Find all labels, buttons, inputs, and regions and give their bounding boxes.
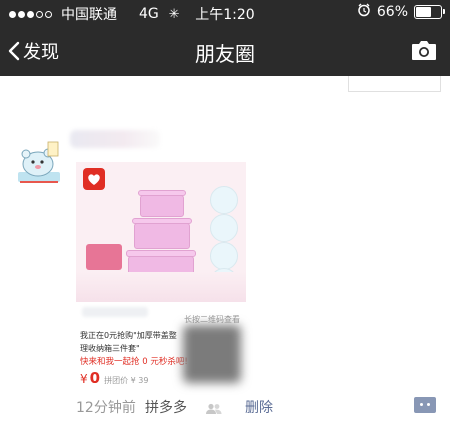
navigation-bar: 发现 朋友圈 bbox=[0, 26, 450, 76]
avatar[interactable] bbox=[12, 138, 66, 192]
price-row: ¥ 0 拼团价 ¥ 39 bbox=[80, 369, 148, 387]
delete-button[interactable]: 删除 bbox=[245, 397, 273, 417]
moments-screen: 中国联通 4G ✳ 上午1:20 66% 发现 朋友圈 长按二维码查看 我正在0… bbox=[0, 0, 450, 433]
post-time: 12分钟前 bbox=[76, 400, 136, 416]
cover-image bbox=[348, 76, 441, 92]
source-app-link[interactable]: 拼多多 bbox=[145, 397, 187, 417]
currency-symbol: ¥ bbox=[80, 372, 88, 386]
small-storage-box bbox=[86, 244, 122, 270]
battery-percent: 66% bbox=[376, 4, 408, 20]
status-bar: 中国联通 4G ✳ 上午1:20 66% bbox=[0, 0, 450, 26]
camera-icon bbox=[412, 41, 436, 60]
qr-code[interactable] bbox=[183, 325, 241, 383]
price-value: 0 bbox=[89, 369, 101, 387]
card-info-strip: 长按二维码查看 bbox=[76, 302, 246, 324]
people-icon bbox=[205, 400, 223, 419]
alarm-icon bbox=[357, 3, 371, 21]
page-title: 朋友圈 bbox=[195, 42, 255, 66]
group-price: 拼团价 ¥ 39 bbox=[104, 376, 149, 385]
shop-logo-icon bbox=[83, 168, 105, 190]
product-image[interactable] bbox=[76, 162, 246, 302]
camera-button[interactable] bbox=[410, 38, 438, 66]
qr-hint: 长按二维码查看 bbox=[184, 315, 240, 324]
battery-icon bbox=[414, 5, 445, 19]
author-name[interactable] bbox=[70, 130, 160, 148]
product-description: 我正在0元抢购"加厚带盖整理收纳箱三件套" bbox=[80, 331, 177, 353]
comment-button[interactable] bbox=[414, 397, 436, 413]
promo-cta: 快来和我一起抢 0 元秒杀吧! bbox=[80, 357, 188, 367]
